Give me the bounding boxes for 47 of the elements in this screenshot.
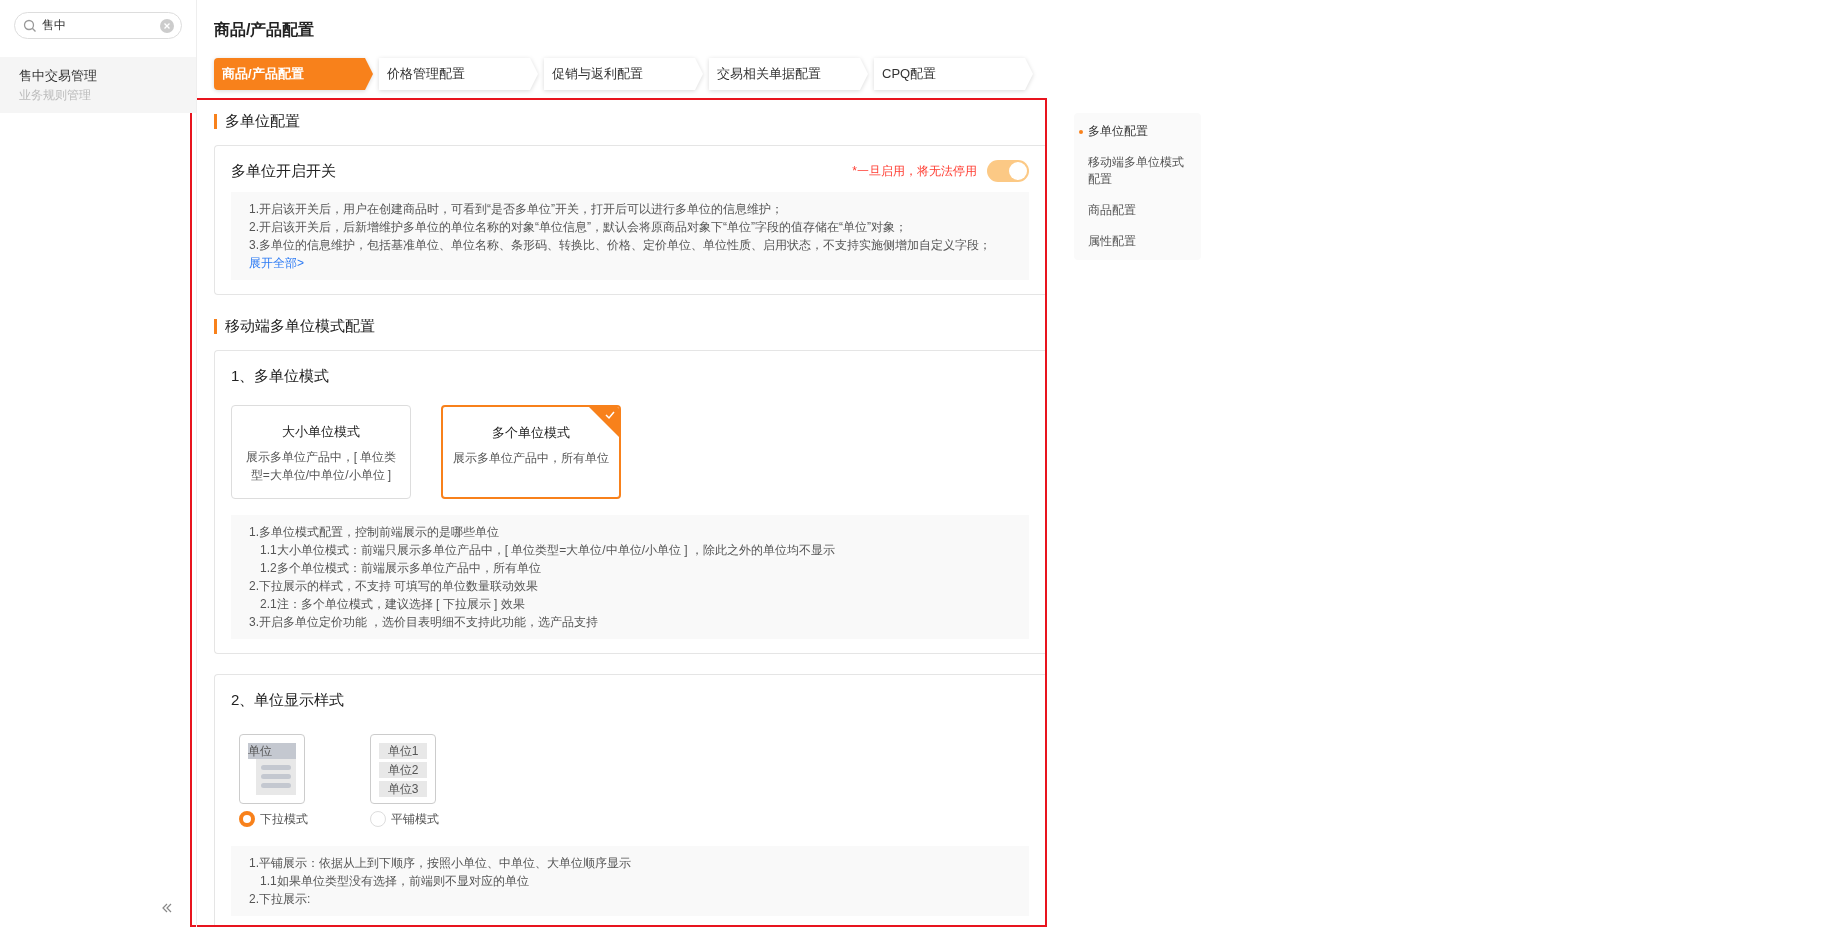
radio-button[interactable] [239,810,255,827]
expand-link[interactable]: 展开全部> [249,254,304,272]
note-line: 1.开启该开关后，用户在创建商品时，可看到“是否多单位”开关，打开后可以进行多单位的信息维护； [249,201,783,218]
note-line: 2.开启该开关后，后新增维护多单位的单位名称的对象“单位信息”，默认会将原商品对象下“单位”字段的值存储在“单位”对象； [249,219,907,236]
collapse-icon[interactable] [161,903,172,913]
anchor-link[interactable]: 属性配置 [1082,233,1193,250]
mode-card[interactable]: 大小单位模式 展示多单位产品中，[ 单位类型=大单位/中单位/小单位 ] [231,405,411,499]
preview-tile: 单位3 [379,780,427,797]
note-line: 2.下拉展示的样式，不支持 可填写的单位数量联动效果 [249,578,539,595]
note-line: 1.1大小单位模式：前端只展示多单位产品中，[ 单位类型=大单位/中单位/小单位 ] ，除此之外的单位均不显示 [260,542,836,559]
note-line: 2.1注：多个单位模式，建议选择 [ 下拉展示 ] 效果 [260,596,525,613]
section-heading: 移动端多单位模式配置 [225,316,375,336]
search-field[interactable]: 售中 [14,12,182,39]
anchor-link[interactable]: 多单位配置 [1082,123,1193,140]
anchor-link[interactable]: 移动端多单位模式配置 [1082,154,1193,188]
heading-marker [214,318,217,334]
mode-description: 展示多单位产品中，所有单位 [452,449,610,467]
preview-label: 单位 [248,742,296,759]
heading-marker [214,113,217,129]
note-line: 3.开启多单位定价功能 ，选价目表明细不支持此功能，选产品支持 [249,614,599,631]
check-corner-icon [589,407,619,437]
clear-icon[interactable] [160,18,174,33]
anchor-link[interactable]: 商品配置 [1082,202,1193,219]
search-icon [23,19,36,32]
note-line: 1.2多个单位模式：前端展示多单位产品中，所有单位 [260,560,541,577]
mode-description: 展示多单位产品中，[ 单位类型=大单位/中单位/小单位 ] [244,448,398,484]
card-title: 2、单位显示样式 [231,690,345,710]
radio-option[interactable]: 下拉模式 [239,809,308,828]
mode-title: 大小单位模式 [281,423,361,441]
card-title: 1、多单位模式 [231,365,330,386]
note-line: 3.多单位的信息维护，包括基准单位、单位名称、条形码、转换比、价格、定价单位、单位性质、启用状态，不支持实施侧增加自定义字段； [249,237,991,254]
warning-text: *一旦启用，将无法停用 [852,162,977,180]
card-title: 多单位开启开关 [231,160,336,181]
radio-label: 下拉模式 [260,810,308,828]
section-heading: 多单位配置 [225,111,300,131]
radio-label: 平铺模式 [391,810,439,828]
mode-title: 多个单位模式 [491,424,571,442]
note-line: 2.下拉展示: [249,890,311,908]
page-title: 商品/产品配置 [214,20,315,40]
note-line: 1.1如果单位类型没有选择，前端则不显对应的单位 [260,872,529,890]
dropdown-list-drawing [256,758,296,795]
preview-tile: 单位2 [379,761,427,778]
note-line: 1.平铺展示：依据从上到下顺序，按照小单位、中单位、大单位顺序显示 [249,854,631,872]
radio-option[interactable]: 平铺模式 [370,809,439,828]
mode-card[interactable]: 多个单位模式 展示多单位产品中，所有单位 [441,405,621,499]
preview-tile: 单位1 [379,742,427,759]
note-line: 1.多单位模式配置，控制前端展示的是哪些单位 [249,524,499,541]
